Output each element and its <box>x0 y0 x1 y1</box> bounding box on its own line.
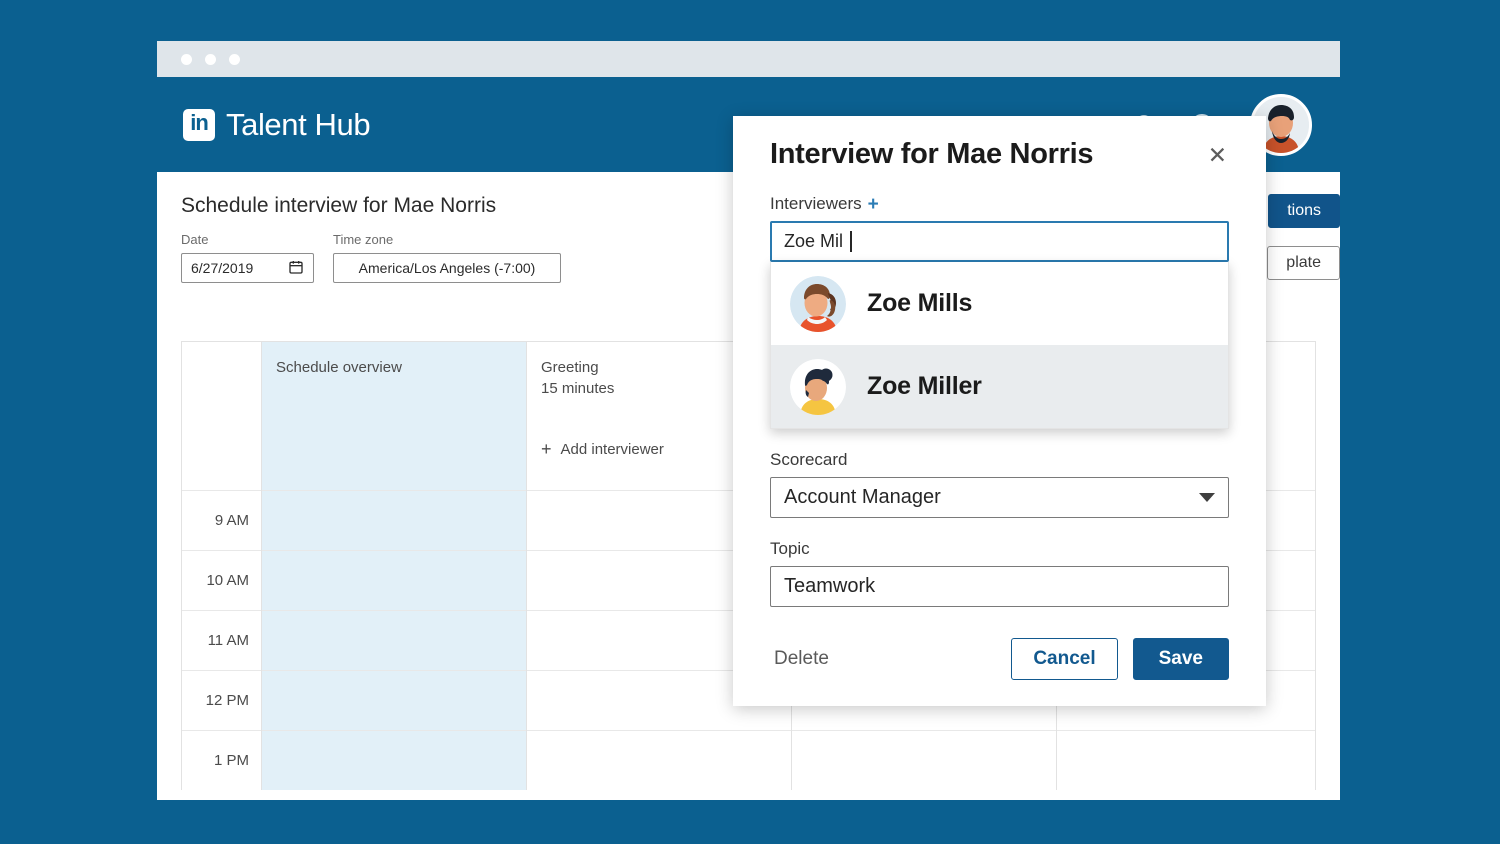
save-button[interactable]: Save <box>1132 638 1229 680</box>
window-close-dot[interactable] <box>181 53 192 65</box>
avatar <box>790 358 846 415</box>
linkedin-icon: in <box>183 108 215 141</box>
add-interviewer-label: Add interviewer <box>560 440 664 458</box>
plus-icon[interactable]: + <box>868 195 879 214</box>
modal-footer: Delete Cancel Save <box>770 638 1229 680</box>
timezone-field-group: Time zone America/Los Angeles (-7:00) <box>333 232 561 283</box>
text-caret <box>850 231 852 252</box>
template-button[interactable]: plate <box>1267 246 1340 280</box>
timezone-select[interactable]: America/Los Angeles (-7:00) <box>333 253 561 283</box>
scorecard-select[interactable]: Account Manager <box>770 477 1229 518</box>
calendar-slot[interactable] <box>262 730 526 790</box>
date-value: 6/27/2019 <box>191 260 254 276</box>
plus-icon: + <box>541 439 552 459</box>
modal-footer-actions: Cancel Save <box>1011 638 1229 680</box>
chevron-down-icon <box>1199 493 1215 502</box>
modal-title: Interview for Mae Norris <box>770 138 1094 170</box>
time-column-header <box>182 342 261 490</box>
calendar-slot[interactable] <box>1057 730 1315 790</box>
avatar <box>790 275 846 332</box>
window-minimize-dot[interactable] <box>205 53 216 65</box>
calendar-slot[interactable] <box>262 490 526 550</box>
interviewers-input-value: Zoe Mil <box>784 231 844 251</box>
calendar-slot[interactable] <box>792 730 1056 790</box>
page-actions: tions plate <box>1267 194 1340 280</box>
window-maximize-dot[interactable] <box>229 53 240 65</box>
calendar-slot[interactable] <box>527 730 791 790</box>
suggestion-name: Zoe Miller <box>867 372 982 400</box>
brand-name: Talent Hub <box>226 106 371 142</box>
calendar-slot[interactable] <box>262 550 526 610</box>
scorecard-value: Account Manager <box>784 486 941 508</box>
calendar-slot[interactable] <box>262 610 526 670</box>
calendar-slot[interactable] <box>262 670 526 730</box>
time-label: 1 PM <box>182 730 261 790</box>
interviewers-label: Interviewers <box>770 194 862 213</box>
suggestion-name: Zoe Mills <box>867 289 973 317</box>
time-label: 12 PM <box>182 670 261 730</box>
topic-value: Teamwork <box>784 575 876 597</box>
suggestion-item[interactable]: Zoe Mills <box>771 262 1228 345</box>
close-icon[interactable]: ✕ <box>1206 138 1229 173</box>
date-field-group: Date 6/27/2019 <box>181 232 314 283</box>
modal-header: Interview for Mae Norris ✕ <box>770 138 1229 173</box>
timezone-value: America/Los Angeles (-7:00) <box>358 260 536 276</box>
calendar-icon[interactable] <box>288 259 304 278</box>
browser-window: in Talent Hub Schedule interview for Mae… <box>157 41 1340 800</box>
interview-modal: Interview for Mae Norris ✕ Interviewers … <box>733 116 1266 706</box>
topic-label: Topic <box>770 539 810 558</box>
topic-input[interactable]: Teamwork <box>770 566 1229 607</box>
delete-button[interactable]: Delete <box>770 642 833 676</box>
time-label: 11 AM <box>182 610 261 670</box>
overview-column-title: Schedule overview <box>276 359 402 376</box>
overview-column-header: Schedule overview <box>262 342 526 490</box>
calendar-time-column: 9 AM 10 AM 11 AM 12 PM 1 PM <box>182 342 261 790</box>
brand-logo[interactable]: in Talent Hub <box>183 106 371 143</box>
add-interviewer-button[interactable]: + Add interviewer <box>541 440 664 458</box>
interviewer-suggestions: Zoe Mills Zoe Miller <box>770 262 1229 429</box>
timezone-label: Time zone <box>333 232 394 247</box>
time-label: 10 AM <box>182 550 261 610</box>
options-button[interactable]: tions <box>1268 194 1340 228</box>
date-label: Date <box>181 232 209 247</box>
calendar-column-overview: Schedule overview <box>261 342 526 790</box>
suggestion-item[interactable]: Zoe Miller <box>771 345 1228 428</box>
window-titlebar <box>157 41 1340 77</box>
interviewers-input[interactable]: Zoe Mil <box>770 221 1229 262</box>
scorecard-label: Scorecard <box>770 450 848 469</box>
cancel-button[interactable]: Cancel <box>1011 638 1118 680</box>
interviewers-label-row: Interviewers + <box>770 194 1229 214</box>
date-input[interactable]: 6/27/2019 <box>181 253 314 283</box>
time-label: 9 AM <box>182 490 261 550</box>
